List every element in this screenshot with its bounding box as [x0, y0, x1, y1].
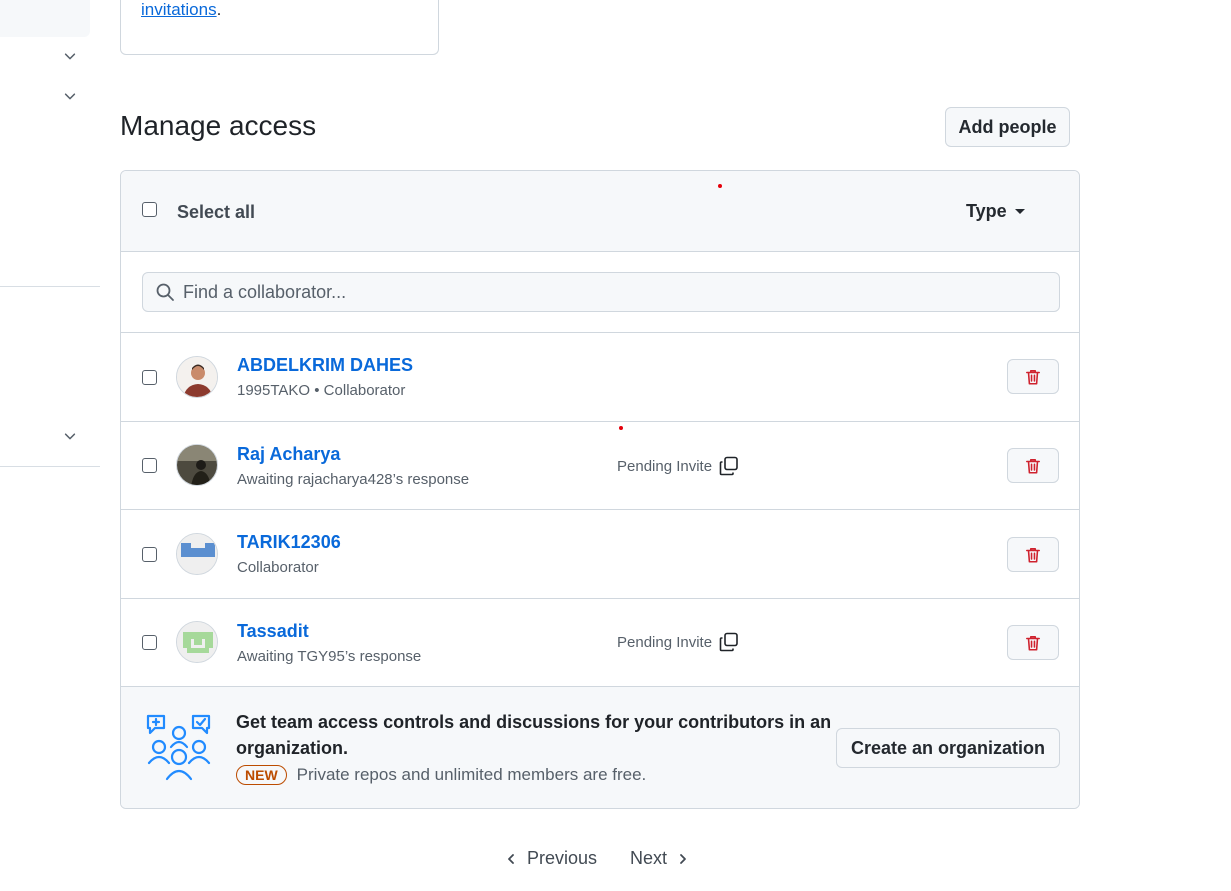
table-row: Tassadit Awaiting TGY95’s response Pendi… [121, 599, 1079, 687]
collaborator-subtitle: Collaborator [237, 559, 319, 576]
avatar[interactable] [176, 356, 218, 398]
table-row: TARIK12306 Collaborator [121, 510, 1079, 599]
type-filter-label: Type [966, 201, 1007, 221]
remove-collaborator-button[interactable] [1007, 537, 1059, 572]
collaborator-name[interactable]: Raj Acharya [237, 444, 340, 465]
promo-subtitle-row: NEW Private repos and unlimited members … [236, 765, 646, 785]
copy-icon[interactable] [718, 631, 740, 653]
chevron-down-icon[interactable] [61, 47, 79, 65]
collaborators-panel: Select all Type ABDELKRIM DAHES 1995TAKO… [120, 170, 1080, 809]
avatar[interactable] [176, 533, 218, 575]
new-badge: NEW [236, 765, 287, 785]
panel-header: Select all Type [121, 171, 1079, 252]
promo-subtitle: Private repos and unlimited members are … [296, 765, 647, 784]
table-row: ABDELKRIM DAHES 1995TAKO • Collaborator [121, 333, 1079, 422]
trash-icon [1026, 635, 1040, 651]
trash-icon [1026, 547, 1040, 563]
collaborator-subtitle: Awaiting rajacharya428’s response [237, 471, 470, 488]
chevron-left-icon [508, 853, 514, 864]
create-organization-button[interactable]: Create an organization [836, 728, 1060, 768]
caret-down-icon [1014, 209, 1025, 214]
promo-title: Get team access controls and discussions… [236, 712, 832, 758]
marker-dot [718, 184, 722, 188]
trash-icon [1026, 369, 1040, 385]
pending-invite: Pending Invite [617, 455, 740, 477]
avatar[interactable] [176, 444, 218, 486]
remove-collaborator-button[interactable] [1007, 359, 1059, 394]
sidebar-item[interactable] [0, 0, 90, 37]
invitations-card: invitations. [120, 0, 439, 55]
type-filter-dropdown[interactable]: Type [966, 201, 1025, 222]
team-discussion-icon [146, 714, 211, 781]
sidebar-divider [0, 286, 100, 287]
search-icon [156, 283, 174, 301]
collaborator-name[interactable]: TARIK12306 [237, 532, 341, 553]
copy-icon[interactable] [718, 455, 740, 477]
next-page-button[interactable]: Next [630, 848, 689, 869]
chevron-down-icon[interactable] [61, 87, 79, 105]
collaborator-subtitle: Awaiting TGY95’s response [237, 648, 422, 665]
previous-page-button[interactable]: Previous [505, 848, 597, 869]
table-row: Raj Acharya Awaiting rajacharya428’s res… [121, 422, 1079, 510]
next-label: Next [630, 848, 668, 868]
marker-dot [619, 426, 623, 430]
trash-icon [1026, 458, 1040, 474]
chevron-down-icon[interactable] [61, 427, 79, 445]
row-checkbox[interactable] [142, 370, 157, 385]
search-input[interactable] [183, 281, 1043, 303]
search-section [121, 252, 1079, 333]
add-people-button[interactable]: Add people [945, 107, 1070, 147]
collaborator-subtitle: 1995TAKO • Collaborator [237, 382, 406, 399]
invitations-text: invitations. [141, 0, 221, 20]
pending-invite-label: Pending Invite [617, 633, 713, 651]
invitations-link[interactable]: invitations [141, 0, 217, 19]
previous-label: Previous [527, 848, 598, 868]
row-checkbox[interactable] [142, 547, 157, 562]
page-title: Manage access [120, 110, 317, 141]
row-checkbox[interactable] [142, 458, 157, 473]
invitations-trailing: . [216, 0, 222, 19]
row-checkbox[interactable] [142, 635, 157, 650]
remove-collaborator-button[interactable] [1007, 625, 1059, 660]
pending-invite: Pending Invite [617, 631, 740, 653]
avatar[interactable] [176, 621, 218, 663]
select-all-label: Select all [177, 202, 256, 222]
search-box[interactable] [142, 272, 1060, 312]
collaborator-name[interactable]: ABDELKRIM DAHES [237, 355, 413, 376]
collaborator-name[interactable]: Tassadit [237, 621, 309, 642]
remove-collaborator-button[interactable] [1007, 448, 1059, 483]
organization-promo: Get team access controls and discussions… [121, 687, 1079, 808]
select-all-checkbox[interactable] [142, 202, 157, 217]
chevron-right-icon [680, 853, 686, 864]
sidebar-divider [0, 466, 100, 467]
pending-invite-label: Pending Invite [617, 457, 713, 475]
